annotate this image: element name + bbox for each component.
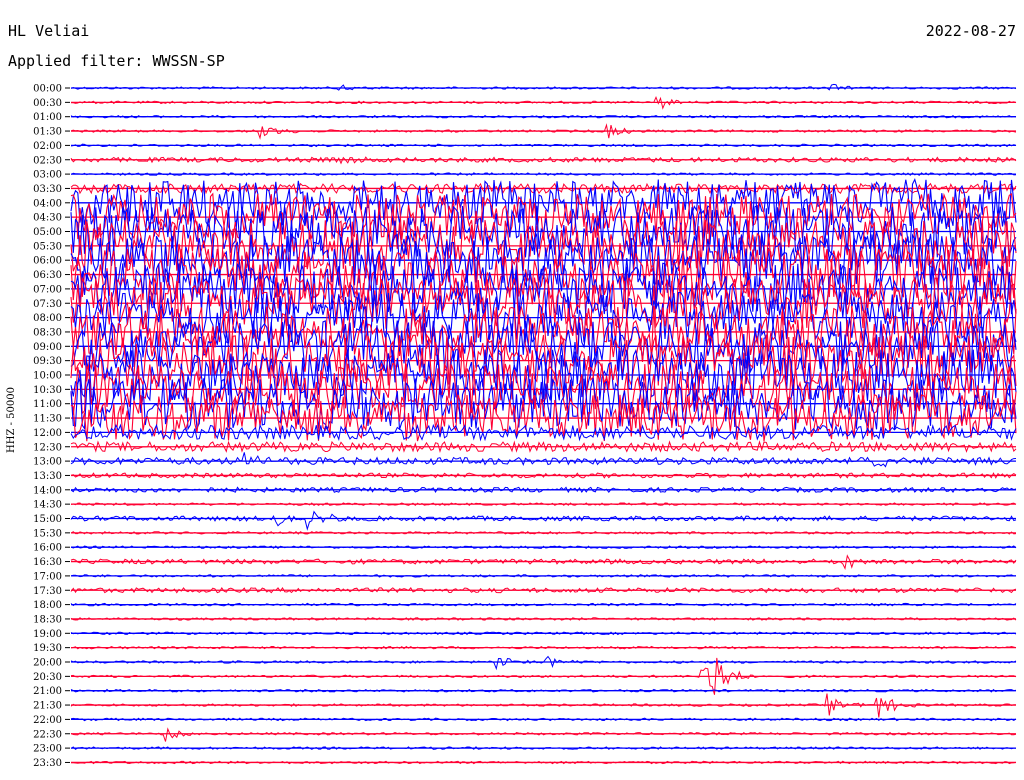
trace-row-1430 — [70, 502, 1017, 506]
row-tick-label: 05:00 — [33, 227, 62, 238]
row-tick-label: 23:00 — [33, 744, 62, 755]
trace-row-0000 — [70, 83, 1017, 91]
row-tick-label: 03:30 — [33, 184, 62, 195]
row-tick-label: 17:00 — [33, 571, 62, 582]
row-tick-label: 06:00 — [33, 256, 62, 267]
row-tick-label: 17:30 — [33, 586, 62, 597]
row-tick-label: 12:00 — [33, 428, 62, 439]
row-tick-label: 21:30 — [33, 701, 62, 712]
row-tick-label: 15:30 — [33, 528, 62, 539]
row-tick-label: 16:30 — [33, 557, 62, 568]
row-tick-label: 23:30 — [33, 758, 62, 769]
row-tick-label: 09:30 — [33, 356, 62, 367]
row-tick-label: 22:30 — [33, 729, 62, 740]
row-tick-label: 11:00 — [33, 399, 62, 410]
row-tick-label: 05:30 — [33, 241, 62, 252]
trace-row-2000 — [70, 655, 1017, 671]
trace-row-2100 — [70, 688, 1017, 693]
row-tick-label: 01:30 — [33, 127, 62, 138]
row-tick-label: 14:30 — [33, 500, 62, 511]
row-tick-label: 21:00 — [33, 686, 62, 697]
row-tick-label: 00:00 — [33, 84, 62, 95]
row-tick-label: 01:00 — [33, 112, 62, 123]
row-tick-label: 19:30 — [33, 643, 62, 654]
row-tick-label: 15:00 — [33, 514, 62, 525]
trace-row-1500 — [70, 510, 1017, 531]
row-tick-label: 03:00 — [33, 170, 62, 181]
row-tick-label: 18:00 — [33, 600, 62, 611]
row-tick-label: 13:00 — [33, 457, 62, 468]
row-tick-label: 09:00 — [33, 342, 62, 353]
trace-row-1300 — [70, 452, 1017, 468]
row-tick-label: 10:00 — [33, 371, 62, 382]
row-tick-label: 19:00 — [33, 629, 62, 640]
row-tick-label: 08:00 — [33, 313, 62, 324]
row-tick-label: 14:00 — [33, 485, 62, 496]
y-axis-label: HHZ - 50000 — [6, 387, 17, 453]
row-tick-label: 04:00 — [33, 198, 62, 209]
helicorder-plot: HHZ - 50000 00:00 00:30 01:00 01:30 02:00 02:… — [6, 83, 1017, 769]
row-tick-label: 11:30 — [33, 414, 62, 425]
row-tick-label: 02:30 — [33, 155, 62, 166]
row-tick-label: 07:00 — [33, 284, 62, 295]
row-tick-label: 06:30 — [33, 270, 62, 281]
row-tick-label: 20:30 — [33, 672, 62, 683]
row-tick-label: 22:00 — [33, 715, 62, 726]
row-tick-label: 02:00 — [33, 141, 62, 152]
trace-row-2230 — [70, 727, 1017, 742]
row-tick-label: 00:30 — [33, 98, 62, 109]
row-tick-label: 13:30 — [33, 471, 62, 482]
row-tick-label: 18:30 — [33, 614, 62, 625]
row-tick-label: 16:00 — [33, 543, 62, 554]
row-tick-label: 10:30 — [33, 385, 62, 396]
row-tick-label: 07:30 — [33, 299, 62, 310]
row-tick-label: 08:30 — [33, 327, 62, 338]
row-tick-label: 04:30 — [33, 213, 62, 224]
row-tick-label: 12:30 — [33, 442, 62, 453]
row-tick-label: 20:00 — [33, 658, 62, 669]
